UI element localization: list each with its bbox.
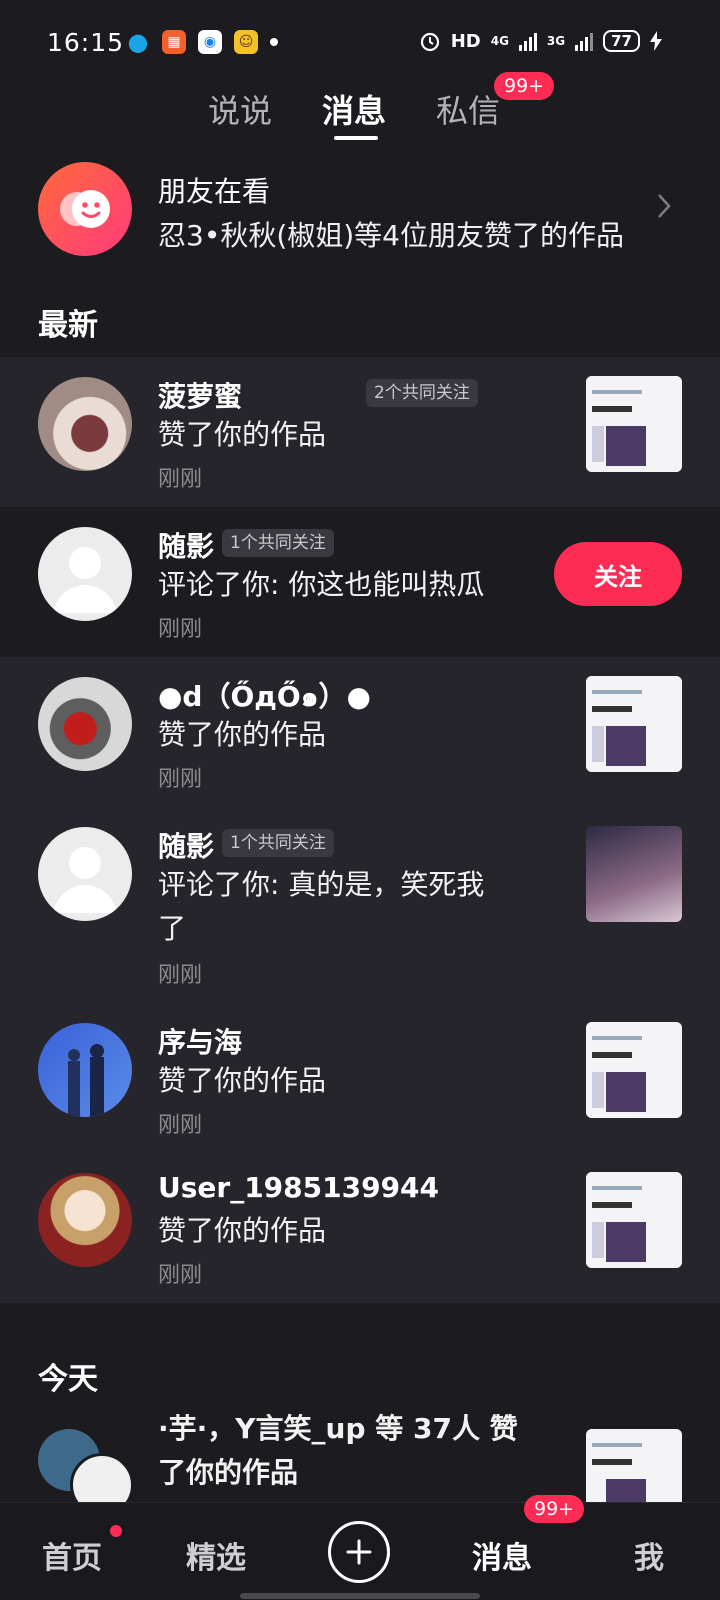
list-item[interactable]: ·芋·，Y言笑_up 等 37人 赞了你的作品: [0, 1405, 720, 1502]
tab-posts[interactable]: 说说: [208, 86, 272, 132]
friends-watching-title: 朋友在看: [158, 175, 271, 208]
user-name[interactable]: 序与海: [158, 1021, 242, 1061]
tab-direct-messages[interactable]: 私信: [436, 86, 500, 132]
mutual-follow-badge: 1个共同关注: [222, 829, 334, 857]
mutual-follow-badge: 1个共同关注: [222, 529, 334, 557]
activity-text: 赞了你的作品: [158, 718, 327, 751]
activity-text: 赞了你的作品: [158, 1214, 327, 1247]
active-tab-indicator: [334, 136, 378, 140]
home-notification-dot: [110, 1525, 122, 1537]
post-thumbnail[interactable]: [586, 676, 682, 772]
home-indicator: [240, 1593, 480, 1599]
alarm-icon: [420, 32, 439, 52]
top-tabs: 说说 消息 私信 99+: [0, 72, 720, 142]
list-item[interactable]: 序与海 赞了你的作品 刚刚: [0, 1003, 720, 1153]
list-item[interactable]: 随影 1个共同关注 评论了你: 你这也能叫热瓜 刚刚 关注: [0, 507, 720, 657]
hd-label: HD: [450, 30, 481, 52]
activity-time: 刚刚: [158, 617, 203, 642]
avatar[interactable]: [38, 377, 132, 471]
activity-time: 刚刚: [158, 963, 203, 988]
list-item[interactable]: ●d（ŐдŐ๑）● 赞了你的作品 刚刚: [0, 657, 720, 807]
user-name[interactable]: 菠萝蜜: [158, 375, 242, 415]
net-4g-label: 4G: [490, 34, 509, 48]
notification-icons: ● ▦ ◉ ☺: [126, 28, 278, 56]
user-name[interactable]: User_1985139944: [158, 1171, 439, 1204]
post-thumbnail[interactable]: [586, 376, 682, 472]
post-thumbnail[interactable]: [586, 1172, 682, 1268]
activity-text: 评论了你: 真的是，笑死我了: [158, 868, 485, 945]
user-name[interactable]: 随影: [158, 525, 214, 565]
activity-time: 刚刚: [158, 467, 203, 492]
signal-3g-icon: [575, 31, 594, 51]
activity-text: 赞了你的作品: [158, 1064, 327, 1097]
activity-time: 刚刚: [158, 1113, 203, 1138]
chevron-right-icon: [658, 194, 671, 218]
avatar[interactable]: [38, 527, 132, 621]
friends-watching-subtitle: 忍3•秋秋(椒姐)等4位朋友赞了的作品: [158, 219, 624, 252]
post-thumbnail[interactable]: [586, 826, 682, 922]
messages-unread-badge: 99+: [524, 1495, 585, 1523]
nav-featured[interactable]: 精选: [186, 1533, 246, 1577]
charging-icon: [650, 31, 662, 51]
nav-messages[interactable]: 消息: [472, 1533, 532, 1577]
dm-unread-badge: 99+: [494, 72, 555, 100]
create-button[interactable]: [328, 1521, 390, 1583]
activity-time: 刚刚: [158, 1263, 203, 1288]
browser-icon: ◉: [198, 30, 222, 54]
status-bar: 16:15 ● ▦ ◉ ☺ HD 4G 3G 77: [0, 0, 720, 86]
avatar[interactable]: [70, 1453, 134, 1502]
friends-watching-row[interactable]: 朋友在看 忍3•秋秋(椒姐)等4位朋友赞了的作品: [0, 162, 720, 262]
mutual-follow-badge: 2个共同关注: [366, 379, 478, 407]
bottom-nav: 首页 精选 消息 99+ 我: [0, 1495, 720, 1600]
avatar[interactable]: [38, 827, 132, 921]
section-latest-header: 最新: [38, 308, 98, 343]
follow-button[interactable]: 关注: [554, 542, 682, 606]
user-name[interactable]: 随影: [158, 825, 214, 865]
post-thumbnail[interactable]: [586, 1429, 682, 1502]
qq-icon: ●: [127, 28, 149, 56]
avatar[interactable]: [38, 1023, 132, 1117]
section-today-header: 今天: [38, 1362, 98, 1397]
more-notifications-dot: [270, 38, 278, 46]
avatar[interactable]: [38, 677, 132, 771]
friends-watching-icon: [38, 162, 132, 256]
nav-home[interactable]: 首页: [42, 1533, 102, 1577]
post-thumbnail[interactable]: [586, 1022, 682, 1118]
tab-messages[interactable]: 消息: [322, 86, 386, 132]
signal-4g-icon: [518, 31, 537, 51]
activity-text: 评论了你: 你这也能叫热瓜: [158, 568, 485, 601]
activity-time: 刚刚: [158, 767, 203, 792]
status-time: 16:15: [47, 28, 125, 57]
avatar[interactable]: [38, 1173, 132, 1267]
activity-text: ·芋·，Y言笑_up 等 37人 赞了你的作品: [158, 1412, 518, 1489]
plus-icon: [346, 1539, 372, 1565]
list-item[interactable]: User_1985139944 赞了你的作品 刚刚: [0, 1153, 720, 1303]
battery-icon: 77: [603, 30, 640, 52]
system-indicators: HD 4G 3G 77: [419, 30, 662, 52]
activity-text: 赞了你的作品: [158, 418, 327, 451]
net-3g-label: 3G: [546, 34, 566, 48]
list-item[interactable]: 随影 1个共同关注 评论了你: 真的是，笑死我了 刚刚: [0, 807, 720, 1003]
app-notification-icon: ▦: [162, 30, 186, 54]
nav-me[interactable]: 我: [634, 1533, 664, 1577]
game-notification-icon: ☺: [234, 30, 258, 54]
list-item[interactable]: 菠萝蜜 2个共同关注 赞了你的作品 刚刚: [0, 357, 720, 507]
